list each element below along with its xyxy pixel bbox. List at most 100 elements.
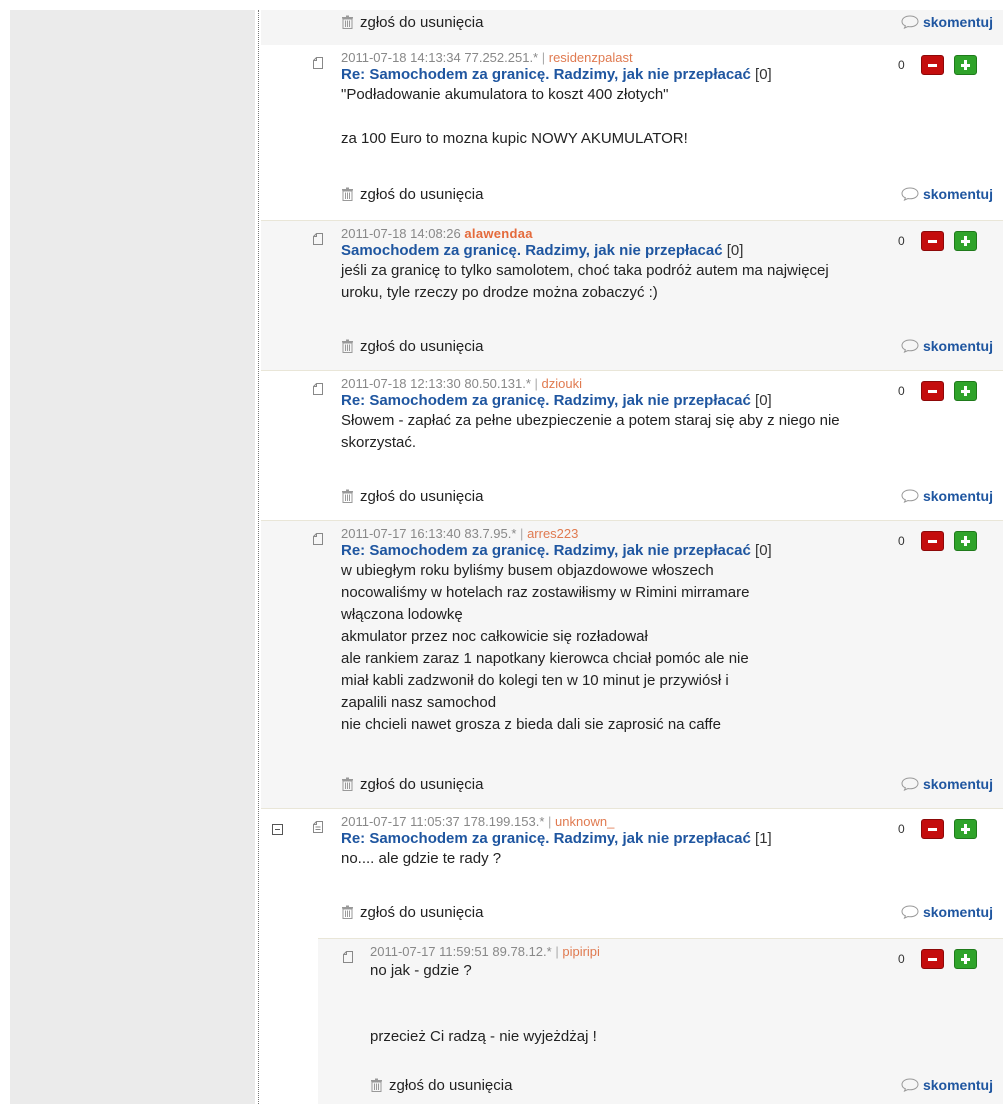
vote-down-button[interactable] [921,949,944,969]
comment-date: 2011-07-17 11:05:37 [341,814,460,829]
vote-down-button[interactable] [921,231,944,251]
speech-bubble-icon [901,339,919,353]
reply-link[interactable]: skomentuj [901,1077,993,1093]
comment-date: 2011-07-18 14:13:34 [341,50,461,65]
thread-divider [258,10,259,1104]
report-link[interactable]: zgłoś do usunięcia [341,14,483,31]
reply-label: skomentuj [922,776,993,792]
reply-label: skomentuj [922,1077,993,1093]
comment-title-link[interactable]: Re: Samochodem za granicę. Radzimy, jak … [341,66,751,83]
comment-title-link[interactable]: Re: Samochodem za granicę. Radzimy, jak … [341,542,751,559]
comment-actions: zgłoś do usunięcia skomentuj [341,11,993,33]
reply-count: [0] [755,66,772,83]
report-label: zgłoś do usunięcia [360,775,484,793]
report-link[interactable]: zgłoś do usunięcia [341,904,483,921]
vote-box: 0 [898,949,977,969]
report-label: zgłoś do usunięcia [360,903,484,921]
comment-username[interactable]: residenzpalast [549,50,633,65]
vote-down-button[interactable] [921,819,944,839]
vote-down-button[interactable] [921,55,944,75]
reply-link[interactable]: skomentuj [901,488,993,504]
comment-text: w ubiegłym roku byliśmy busem objazdowow… [341,562,750,733]
trash-icon [342,339,353,353]
reply-count: [0] [755,542,772,559]
report-link[interactable]: zgłoś do usunięcia [341,338,483,355]
comment-text: "Podładowanie akumulatora to koszt 400 z… [341,86,688,147]
comment-prev-footer: zgłoś do usunięcia skomentuj [261,10,1003,45]
comment-title-link[interactable]: Re: Samochodem za granicę. Radzimy, jak … [341,392,751,409]
reply-label: skomentuj [922,338,993,354]
comment-meta: 2011-07-17 11:59:51 89.78.12.* | pipirip… [370,944,873,960]
reply-link[interactable]: skomentuj [901,14,993,30]
vote-up-button[interactable] [954,531,977,551]
comment-title-line: Re: Samochodem za granicę. Radzimy, jak … [341,392,873,410]
vote-box: 0 [898,231,977,251]
reply-label: skomentuj [922,14,993,30]
reply-link[interactable]: skomentuj [901,904,993,920]
speech-bubble-icon [901,905,919,919]
vote-box: 0 [898,381,977,401]
speech-bubble-icon [901,15,919,29]
trash-icon [342,905,353,919]
comment-title-line: Re: Samochodem za granicę. Radzimy, jak … [341,542,873,560]
vote-up-button[interactable] [954,381,977,401]
comment-title-line: Re: Samochodem za granicę. Radzimy, jak … [341,66,873,84]
vote-score: 0 [898,822,905,836]
comment-reply: 2011-07-17 11:59:51 89.78.12.* | pipirip… [318,938,1003,1104]
comment-username[interactable]: pipiripi [562,944,600,959]
comment-title-link[interactable]: Samochodem za granicę. Radzimy, jak nie … [341,242,723,259]
vote-up-button[interactable] [954,231,977,251]
report-link[interactable]: zgłoś do usunięcia [341,186,483,203]
reply-link[interactable]: skomentuj [901,338,993,354]
comment-meta: 2011-07-18 12:13:30 80.50.131.* | dziouk… [341,376,873,392]
vote-up-button[interactable] [954,55,977,75]
report-link[interactable]: zgłoś do usunięcia [370,1077,512,1094]
comment-text: no jak - gdzie ? przecież Ci radzą - nie… [370,962,597,1045]
report-link[interactable]: zgłoś do usunięcia [341,488,483,505]
comment-date: 2011-07-17 16:13:40 [341,526,461,541]
meta-separator: | [534,376,538,391]
document-icon [313,383,323,395]
vote-box: 0 [898,819,977,839]
comment-actions: zgłoś do usunięcia skomentuj [341,183,993,205]
comment-username[interactable]: dziouki [542,376,582,391]
vote-down-button[interactable] [921,531,944,551]
comment-username[interactable]: arres223 [527,526,578,541]
comment-actions: zgłoś do usunięcia skomentuj [370,1074,993,1096]
comment-meta: 2011-07-17 11:05:37 178.199.153.* | unkn… [341,814,873,830]
comment-body: 2011-07-18 14:13:34 77.252.251.* | resid… [341,50,873,150]
trash-icon [342,15,353,29]
document-icon [313,533,323,545]
comment: 2011-07-18 12:13:30 80.50.131.* | dziouk… [261,370,1003,520]
collapse-toggle[interactable] [272,824,283,835]
reply-link[interactable]: skomentuj [901,776,993,792]
reply-link[interactable]: skomentuj [901,186,993,202]
comment: 2011-07-17 11:05:37 178.199.153.* | unkn… [261,808,1003,938]
trash-icon [371,1078,382,1092]
documents-icon [313,821,323,833]
comment-meta: 2011-07-18 14:13:34 77.252.251.* | resid… [341,50,873,66]
comment-title-link[interactable]: Re: Samochodem za granicę. Radzimy, jak … [341,830,751,847]
vote-up-button[interactable] [954,819,977,839]
report-link[interactable]: zgłoś do usunięcia [341,776,483,793]
comment-actions: zgłoś do usunięcia skomentuj [341,901,993,923]
vote-up-button[interactable] [954,949,977,969]
comment-body: 2011-07-17 11:59:51 89.78.12.* | pipirip… [370,944,873,1048]
comment-text: Słowem - zapłać za pełne ubezpieczenie a… [341,412,844,451]
speech-bubble-icon [901,187,919,201]
reply-count: [1] [755,830,772,847]
vote-box: 0 [898,55,977,75]
comment-username[interactable]: alawendaa [464,226,532,241]
comment-text: no.... ale gdzie te rady ? [341,850,502,867]
vote-down-button[interactable] [921,381,944,401]
trash-icon [342,489,353,503]
meta-separator: | [548,814,552,829]
comment-date: 2011-07-18 14:08:26 [341,226,461,241]
vote-box: 0 [898,531,977,551]
comment-ip: 77.252.251.* [464,50,539,65]
document-icon [313,57,323,69]
reply-label: skomentuj [922,186,993,202]
meta-separator: | [555,944,559,959]
vote-score: 0 [898,58,905,72]
comment-username[interactable]: unknown_ [555,814,614,829]
